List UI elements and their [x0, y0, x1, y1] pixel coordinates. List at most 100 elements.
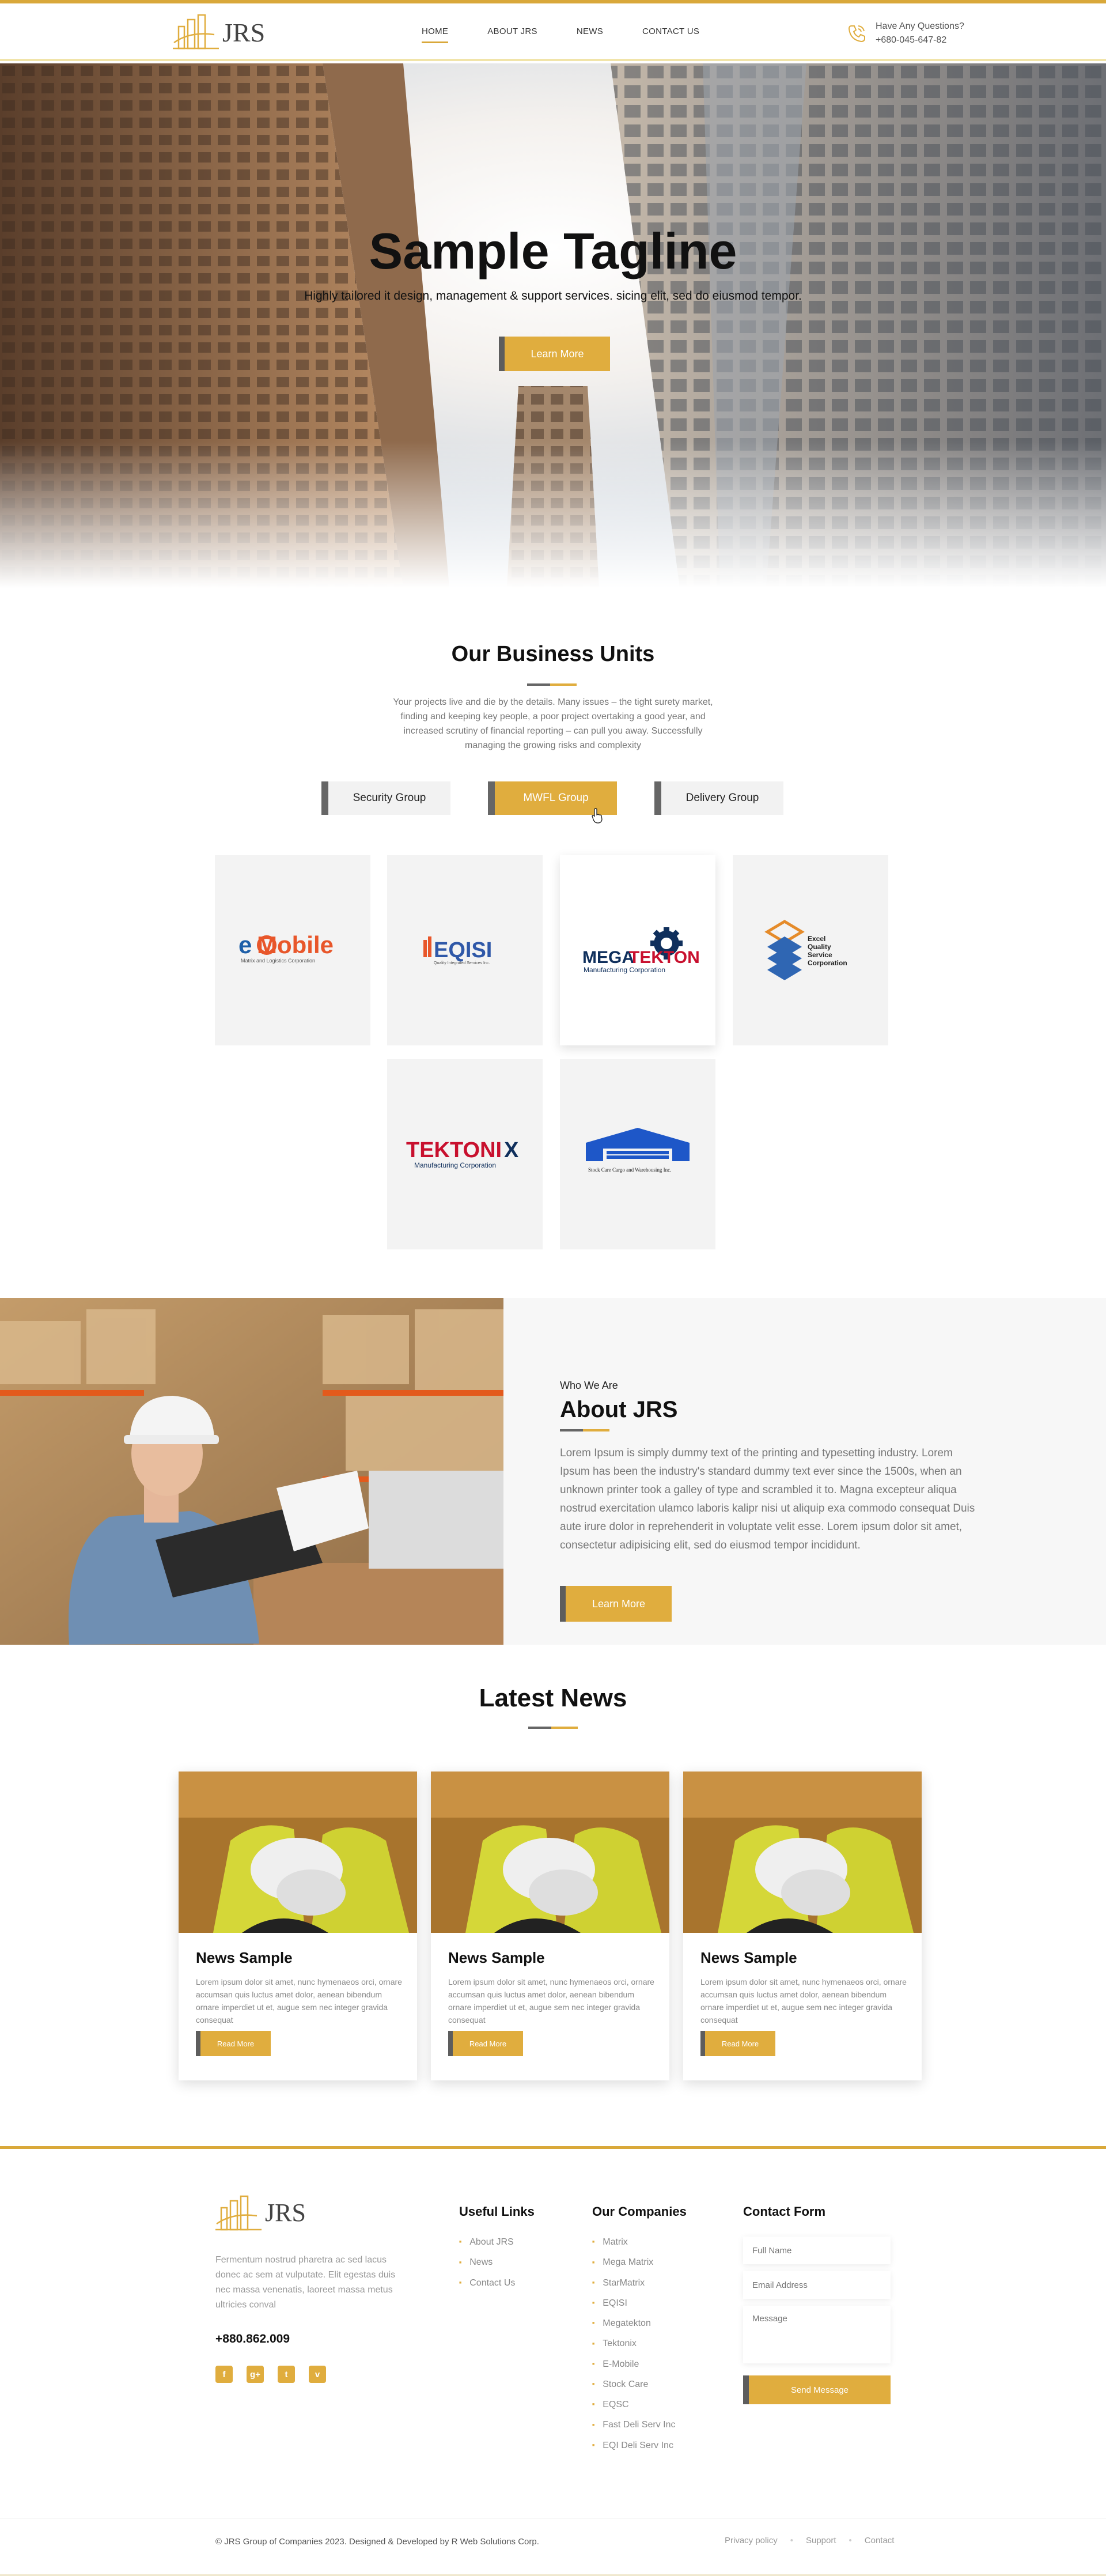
read-more-button[interactable]: Read More — [196, 2031, 271, 2056]
news-card-title: News Sample — [700, 1949, 797, 1966]
company-link[interactable]: Stock Care — [592, 2374, 687, 2394]
hero-learn-more-button[interactable]: Learn More — [499, 337, 610, 371]
footer-phone[interactable]: +880.862.009 — [215, 2332, 290, 2346]
hero-banner: Sample Tagline Highly tailored it design… — [0, 63, 1106, 588]
svg-text:Stock Care Cargo and Warehousi: Stock Care Cargo and Warehousing Inc. — [588, 1167, 671, 1173]
send-message-button[interactable]: Send Message — [743, 2375, 891, 2404]
svg-text:Matrix and Logistics Corporati: Matrix and Logistics Corporation — [241, 958, 315, 964]
company-tile-tektonix[interactable]: TEKTONI X Manufacturing Corporation — [387, 1059, 543, 1249]
hero-title: Sample Tagline — [369, 222, 737, 279]
email-input[interactable] — [743, 2271, 891, 2299]
vimeo-icon[interactable]: v — [309, 2366, 326, 2383]
full-name-input[interactable] — [743, 2237, 891, 2264]
skyscrapers-background-image — [0, 63, 1106, 588]
news-card[interactable]: News Sample Lorem ipsum dolor sit amet, … — [431, 1772, 669, 2080]
svg-text:X: X — [504, 1138, 519, 1162]
news-card-image — [431, 1772, 669, 1933]
tab-security-group[interactable]: Security Group — [321, 781, 450, 815]
about-learn-more-button[interactable]: Learn More — [560, 1586, 672, 1622]
news-card-image — [179, 1772, 417, 1933]
svg-text:Service: Service — [808, 951, 832, 959]
copyright-text: © JRS Group of Companies 2023. Designed … — [215, 2537, 539, 2547]
company-link[interactable]: Tektonix — [592, 2333, 687, 2354]
company-link[interactable]: E-Mobile — [592, 2354, 687, 2374]
google-plus-icon[interactable]: g+ — [247, 2366, 264, 2383]
company-link[interactable]: StarMatrix — [592, 2273, 687, 2293]
news-card[interactable]: News Sample Lorem ipsum dolor sit amet, … — [179, 1772, 417, 2080]
news-card-title: News Sample — [196, 1949, 293, 1966]
contact-phone[interactable]: +680-045-647-82 — [876, 33, 964, 47]
main-nav: HOME ABOUT JRS NEWS CONTACT US — [422, 27, 738, 43]
company-tile-megatekton[interactable]: MEGA TEKTON Manufacturing Corporation — [560, 855, 715, 1045]
stockcare-logo: Stock Care Cargo and Warehousing Inc. — [586, 1128, 690, 1173]
facebook-icon[interactable]: f — [215, 2366, 233, 2383]
header-contact: Have Any Questions? +680-045-647-82 — [846, 20, 964, 47]
news-card-body: Lorem ipsum dolor sit amet, nunc hymenae… — [448, 1977, 654, 2024]
company-link[interactable]: Fast Deli Serv Inc — [592, 2415, 687, 2435]
contact-form: Contact Form Send Message — [743, 2204, 891, 2404]
message-input[interactable] — [743, 2306, 891, 2363]
company-link[interactable]: EQSC — [592, 2394, 687, 2415]
footer-link[interactable]: About JRS — [459, 2232, 535, 2252]
svg-text:Corporation: Corporation — [808, 959, 847, 967]
phone-icon — [848, 25, 865, 43]
about-section: Who We Are About JRS Lorem Ipsum is simp… — [0, 1298, 1106, 1645]
eqisi-logo: EQISI Quality Integrated Services Inc. — [423, 936, 492, 965]
svg-text:EQISI: EQISI — [434, 938, 492, 962]
company-link[interactable]: Megatekton — [592, 2313, 687, 2333]
support-link[interactable]: Support — [806, 2536, 836, 2545]
tektonix-logo: TEKTONI X Manufacturing Corporation — [406, 1138, 519, 1169]
emobile-logo: e Mobile Matrix and Logistics Corporatio… — [238, 931, 334, 964]
svg-text:e: e — [238, 931, 252, 958]
read-more-button[interactable]: Read More — [448, 2031, 523, 2056]
useful-links-column: Useful Links About JRS News Contact Us — [459, 2204, 535, 2293]
company-link[interactable]: EQISI — [592, 2293, 687, 2313]
news-card[interactable]: News Sample Lorem ipsum dolor sit amet, … — [683, 1772, 922, 2080]
tab-delivery-group[interactable]: Delivery Group — [654, 781, 783, 815]
site-footer: JRS Fermentum nostrud pharetra ac sed la… — [0, 2146, 1106, 2576]
svg-text:TEKTON: TEKTON — [629, 948, 700, 967]
company-link[interactable]: EQI Deli Serv Inc — [592, 2435, 687, 2456]
company-tile-eqisi[interactable]: EQISI Quality Integrated Services Inc. — [387, 855, 543, 1045]
svg-text:Mobile: Mobile — [257, 931, 334, 958]
nav-about[interactable]: ABOUT JRS — [487, 27, 537, 36]
business-units-description: Your projects live and die by the detail… — [393, 697, 713, 750]
about-body: Lorem Ipsum is simply dummy text of the … — [560, 1447, 975, 1551]
twitter-icon[interactable]: t — [278, 2366, 295, 2383]
company-link[interactable]: Matrix — [592, 2232, 687, 2252]
company-tile-stockcare[interactable]: Stock Care Cargo and Warehousing Inc. — [560, 1059, 715, 1249]
company-tile-emobile[interactable]: e Mobile Matrix and Logistics Corporatio… — [215, 855, 370, 1045]
our-companies-column: Our Companies Matrix Mega Matrix StarMat… — [592, 2204, 687, 2456]
nav-home[interactable]: HOME — [422, 27, 449, 43]
footer-logo-text: JRS — [265, 2199, 306, 2227]
about-title: About JRS — [560, 1397, 678, 1422]
footer-link[interactable]: News — [459, 2252, 535, 2272]
nav-news[interactable]: NEWS — [577, 27, 603, 36]
news-card-body: Lorem ipsum dolor sit amet, nunc hymenae… — [700, 1977, 907, 2024]
building-logo-icon — [173, 14, 219, 50]
business-units-title: Our Business Units — [451, 642, 655, 666]
useful-links-title: Useful Links — [459, 2204, 535, 2219]
megatekton-logo: MEGA TEKTON Manufacturing Corporation — [582, 927, 700, 974]
worker-clipboard-photo — [0, 1298, 503, 1645]
separator-dot: • — [790, 2536, 793, 2545]
site-header: JRS HOME ABOUT JRS NEWS CONTACT US Have … — [0, 3, 1106, 61]
news-card-image — [683, 1772, 922, 1933]
privacy-policy-link[interactable]: Privacy policy — [725, 2536, 778, 2545]
svg-text:Quality Integrated Services In: Quality Integrated Services Inc. — [434, 961, 490, 965]
svg-text:Manufacturing Corporation: Manufacturing Corporation — [414, 1161, 496, 1169]
social-links: f g+ t v — [215, 2366, 326, 2383]
separator-dot: • — [849, 2536, 852, 2545]
footer-logo[interactable]: JRS — [215, 2193, 306, 2233]
read-more-button[interactable]: Read More — [700, 2031, 775, 2056]
company-link[interactable]: Mega Matrix — [592, 2252, 687, 2272]
footer-bottom-bar: © JRS Group of Companies 2023. Designed … — [0, 2518, 1106, 2576]
about-divider — [560, 1429, 609, 1431]
excel-logo: Excel Quality Service Corporation — [764, 920, 847, 980]
contact-link[interactable]: Contact — [865, 2536, 895, 2545]
nav-contact[interactable]: CONTACT US — [642, 27, 699, 36]
company-tile-excel[interactable]: Excel Quality Service Corporation — [733, 855, 888, 1045]
business-unit-tabs: Security Group MWFL Group Delivery Group — [321, 781, 783, 815]
site-logo[interactable]: JRS — [173, 12, 265, 52]
footer-link[interactable]: Contact Us — [459, 2273, 535, 2293]
